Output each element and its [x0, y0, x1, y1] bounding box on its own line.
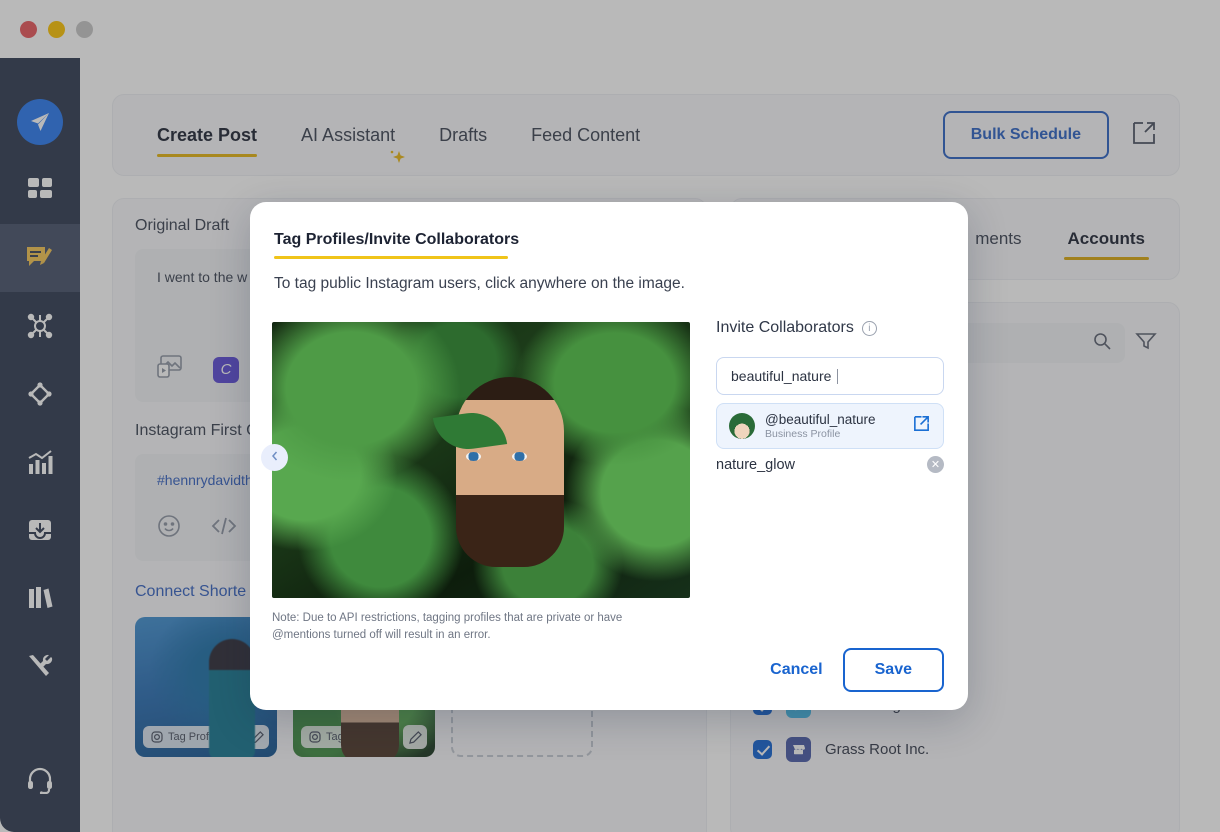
- close-circle-icon[interactable]: ✕: [927, 456, 944, 473]
- collaborator-chip-label: nature_glow: [716, 457, 795, 473]
- suggestion-type: Business Profile: [765, 428, 876, 440]
- suggestion-text-block: @beautiful_nature Business Profile: [765, 412, 876, 440]
- tagging-photo[interactable]: [272, 322, 690, 598]
- external-link-icon[interactable]: [912, 414, 931, 438]
- suggestion-handle: @beautiful_nature: [765, 412, 876, 428]
- save-button[interactable]: Save: [843, 648, 944, 692]
- photo-eye-left: [466, 452, 481, 461]
- invite-collaborators-text: Invite Collaborators: [716, 319, 854, 337]
- selected-collaborator-row: nature_glow ✕: [716, 456, 944, 473]
- info-icon[interactable]: i: [862, 321, 877, 336]
- modal-title: Tag Profiles/Invite Collaborators: [274, 231, 519, 249]
- modal-subtitle: To tag public Instagram users, click any…: [274, 275, 685, 293]
- cancel-button[interactable]: Cancel: [770, 661, 822, 679]
- photo-face: [456, 377, 564, 567]
- chevron-left-icon: [269, 449, 281, 467]
- photo-eye-right: [512, 452, 527, 461]
- text-caret: [837, 369, 838, 384]
- collaborator-input-value: beautiful_nature: [731, 368, 831, 384]
- collaborator-suggestion[interactable]: @beautiful_nature Business Profile: [716, 403, 944, 449]
- modal-actions: Cancel Save: [716, 648, 944, 692]
- invite-collaborators-label: Invite Collaborators i: [716, 319, 877, 337]
- api-restriction-note: Note: Due to API restrictions, tagging p…: [272, 610, 672, 643]
- modal-title-underline: [274, 256, 508, 259]
- collaborator-search-input[interactable]: beautiful_nature: [716, 357, 944, 395]
- profile-avatar: [729, 413, 755, 439]
- app-window: Create Post AI Assistant Drafts Feed Con…: [0, 0, 1220, 832]
- previous-image-button[interactable]: [261, 444, 288, 471]
